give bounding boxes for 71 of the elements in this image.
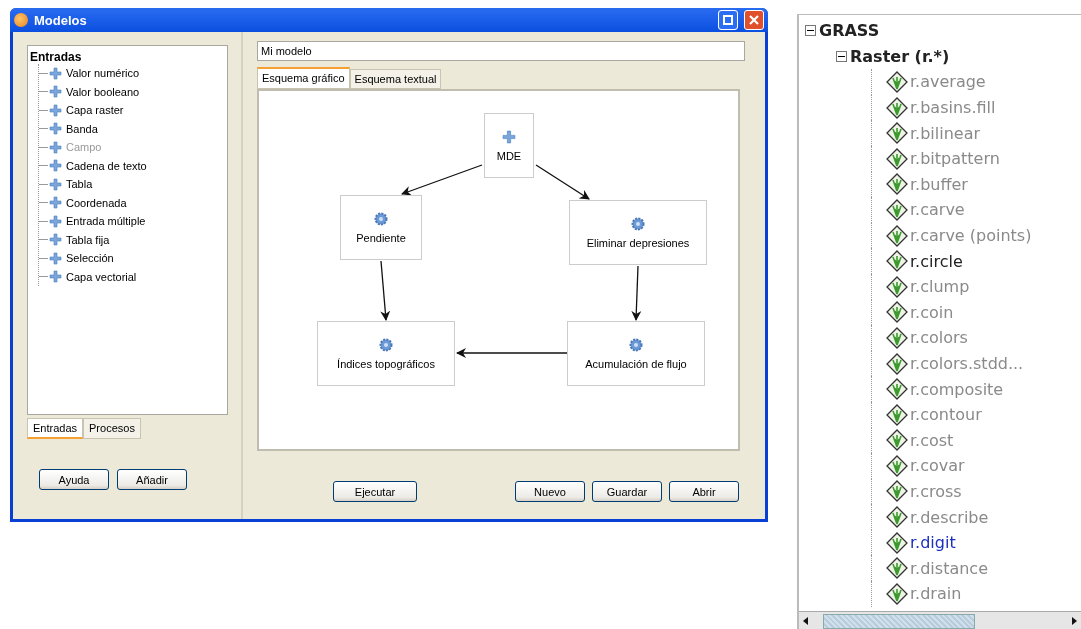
- diagram-node[interactable]: Pendiente: [340, 195, 422, 260]
- algorithm-item[interactable]: r.digit: [910, 533, 956, 553]
- gear-icon: [629, 337, 643, 352]
- gear-icon: [374, 211, 388, 226]
- connector-arrow: [380, 260, 391, 321]
- dialog-button[interactable]: Abrir: [669, 481, 739, 502]
- plus-icon: [49, 140, 62, 154]
- plus-icon: [49, 233, 62, 247]
- grass-leaf-icon: [886, 147, 908, 170]
- plus-icon: [49, 251, 62, 265]
- grass-leaf-icon: [886, 403, 908, 426]
- gear-icon: [631, 216, 645, 231]
- maximize-button[interactable]: [718, 10, 738, 30]
- grass-leaf-icon: [886, 173, 908, 196]
- grass-leaf-icon: [886, 224, 908, 247]
- grass-leaf-icon: [886, 96, 908, 119]
- scroll-thumb[interactable]: [823, 614, 975, 629]
- plus-icon: [49, 159, 62, 173]
- grass-leaf-icon: [886, 275, 908, 298]
- diagram-node[interactable]: Eliminar depresiones: [569, 200, 707, 265]
- plus-icon: [49, 103, 62, 117]
- panel-tab[interactable]: Procesos: [83, 418, 141, 439]
- plus-icon: [49, 196, 62, 210]
- plus-icon: [502, 129, 516, 144]
- grass-leaf-icon: [886, 557, 908, 580]
- plus-icon: [49, 66, 62, 80]
- grass-leaf-icon: [886, 326, 908, 349]
- plus-icon: [49, 122, 62, 136]
- run-button[interactable]: Ejecutar: [333, 481, 417, 502]
- view-tab[interactable]: Esquema gráfico: [257, 67, 350, 89]
- plus-icon: [49, 214, 62, 228]
- grass-leaf-icon: [886, 71, 908, 93]
- horizontal-scrollbar[interactable]: [799, 611, 1081, 629]
- dialog-button[interactable]: Guardar: [592, 481, 662, 502]
- tree-group-label[interactable]: Raster (r.*): [850, 46, 950, 66]
- diagram-node[interactable]: Acumulación de flujo: [567, 321, 705, 386]
- gear-icon: [379, 337, 393, 352]
- dialog-button[interactable]: Nuevo: [515, 481, 585, 502]
- model-name-field[interactable]: Mi modelo: [257, 41, 745, 61]
- connector-arrow: [631, 265, 642, 321]
- plus-icon: [49, 270, 62, 284]
- grass-leaf-icon: [886, 531, 908, 554]
- view-tab[interactable]: Esquema textual: [349, 69, 442, 89]
- plus-icon: [49, 177, 62, 191]
- dialog-button[interactable]: Añadir: [117, 469, 187, 490]
- collapse-icon[interactable]: [805, 25, 816, 37]
- tree-root-label: Entradas: [30, 50, 83, 64]
- app-icon: [14, 13, 28, 27]
- grass-leaf-icon: [886, 301, 908, 324]
- grass-leaf-icon: [886, 582, 908, 605]
- diagram-node[interactable]: Índices topográficos: [317, 321, 455, 386]
- grass-leaf-icon: [886, 506, 908, 529]
- algorithm-item[interactable]: r.circle: [910, 251, 963, 271]
- window-title: Modelos: [34, 12, 88, 28]
- grass-leaf-icon: [886, 250, 908, 273]
- grass-leaf-icon: [886, 378, 908, 401]
- grass-leaf-icon: [886, 122, 908, 145]
- diagram-node[interactable]: MDE: [484, 113, 534, 178]
- grass-leaf-icon: [886, 352, 908, 375]
- tree-group-label[interactable]: GRASS: [819, 21, 880, 41]
- grass-leaf-icon: [886, 454, 908, 477]
- panel-tab[interactable]: Entradas: [27, 418, 84, 439]
- close-button[interactable]: [744, 10, 764, 30]
- grass-leaf-icon: [886, 480, 908, 503]
- grass-leaf-icon: [886, 198, 908, 221]
- collapse-icon[interactable]: [836, 50, 847, 62]
- grass-leaf-icon: [886, 429, 908, 452]
- connector-arrow: [535, 164, 590, 200]
- close-icon: [748, 14, 760, 26]
- dialog-button[interactable]: Ayuda: [39, 469, 109, 490]
- plus-icon: [49, 85, 62, 99]
